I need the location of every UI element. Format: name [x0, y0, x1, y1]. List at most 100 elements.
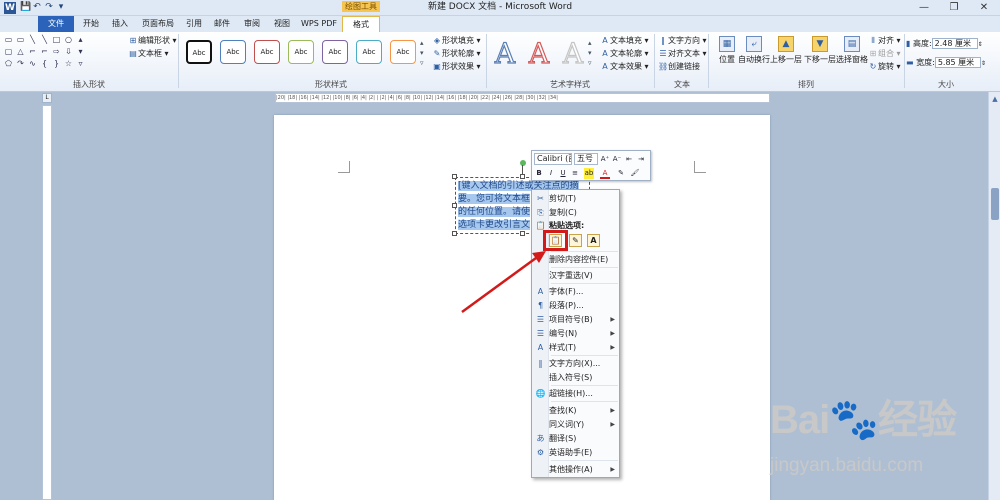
text-fill-button[interactable]: A 文本填充 ▾	[600, 35, 648, 46]
menu-item-text-direction[interactable]: ‖ 文字方向(X)...	[532, 357, 619, 370]
edit-shape-button[interactable]: ⊞ 编辑形状 ▾	[128, 35, 177, 46]
shape-effects-button[interactable]: ▣形状效果 ▾	[432, 61, 480, 72]
menu-item-bullets[interactable]: ☰ 项目符号(B) ▶	[532, 313, 619, 326]
shape-style-preset[interactable]: Abc	[288, 40, 314, 64]
tab-mailings[interactable]: 邮件	[210, 16, 234, 32]
rectangle-icon[interactable]: ▭	[16, 35, 25, 44]
menu-item-translate[interactable]: あ翻译(S)	[532, 432, 619, 445]
minimize-button[interactable]: —	[910, 0, 938, 16]
menu-item-reconvert[interactable]: 汉字重选(V)	[532, 269, 619, 282]
styles-icon[interactable]: ✎	[616, 168, 626, 179]
height-input[interactable]: 2.48 厘米	[931, 38, 978, 49]
grow-font-icon[interactable]: A⁺	[600, 154, 610, 165]
tab-stop-selector[interactable]: L	[42, 93, 52, 103]
italic-icon[interactable]: I	[546, 168, 556, 179]
paste-merge-formatting-icon[interactable]: ✎	[569, 234, 582, 247]
rotation-handle[interactable]	[520, 160, 526, 166]
menu-item-more-actions[interactable]: 其他操作(A) ▶	[532, 463, 619, 476]
line-icon[interactable]: ╲	[40, 35, 49, 44]
tab-references[interactable]: 引用	[182, 16, 206, 32]
horizontal-ruler[interactable]: |20| |18| |16| |14| |12| |10| |8| |6| |4…	[275, 93, 770, 103]
paste-text-only-icon[interactable]: A	[587, 234, 600, 247]
resize-handle[interactable]	[520, 174, 525, 179]
width-field[interactable]: ▬ 宽度: 5.85 厘米 ⇕	[906, 57, 986, 69]
height-field[interactable]: ▮ 高度: 2.48 厘米 ⇕	[906, 38, 983, 50]
shape-outline-button[interactable]: ✎ 形状轮廓 ▾	[432, 48, 481, 59]
highlight-icon[interactable]: ab	[584, 168, 594, 179]
width-input[interactable]: 5.85 厘米	[934, 57, 981, 68]
scroll-up-arrow-icon[interactable]: ▲	[989, 94, 1000, 104]
more-icon[interactable]: ▿	[76, 59, 85, 68]
send-backward-button[interactable]: ▼ 下移一层	[802, 34, 838, 78]
resize-handle[interactable]	[452, 203, 457, 208]
menu-item-styles[interactable]: A 样式(T) ▶	[532, 341, 619, 354]
menu-item-english-assistant[interactable]: ⚙ 英语助手(E)	[532, 446, 619, 459]
menu-item-copy[interactable]: ⎘ 复制(C)	[532, 206, 619, 219]
brace-icon[interactable]: }	[52, 59, 61, 68]
arrow-right-icon[interactable]: ⇨	[52, 47, 61, 56]
text-box-button[interactable]: ▤文本框 ▾	[128, 48, 168, 59]
connector-icon[interactable]: ⌐	[28, 47, 37, 56]
shape-style-preset[interactable]: Abc	[356, 40, 382, 64]
rectangle-icon[interactable]: ▭	[4, 35, 13, 44]
curve-icon[interactable]: ↷	[16, 59, 25, 68]
menu-item-cut[interactable]: ✂ 剪切(T)	[532, 192, 619, 205]
shape-fill-button[interactable]: ◈ 形状填充 ▾	[432, 35, 481, 46]
arrow-down-icon[interactable]: ⇩	[64, 47, 73, 56]
font-size-box[interactable]: 五号	[574, 153, 598, 165]
decrease-indent-icon[interactable]: ⇤	[624, 154, 634, 165]
tab-insert[interactable]: 插入	[106, 16, 134, 32]
tab-home[interactable]: 开始	[78, 16, 104, 32]
center-align-icon[interactable]: ≡	[570, 168, 580, 179]
line-icon[interactable]: ╲	[28, 35, 37, 44]
oval-icon[interactable]: ○	[64, 35, 73, 44]
rectangle-icon[interactable]: □	[52, 35, 61, 44]
brace-icon[interactable]: {	[40, 59, 49, 68]
triangle-icon[interactable]: △	[16, 47, 25, 56]
shape-style-preset[interactable]: Abc	[220, 40, 246, 64]
tab-view[interactable]: 视图	[268, 16, 296, 32]
text-direction-button[interactable]: ‖ 文字方向 ▾	[658, 35, 707, 46]
scrollbar-thumb[interactable]	[991, 188, 999, 220]
rectangle-icon[interactable]: ▢	[4, 47, 13, 56]
menu-item-hyperlink[interactable]: 🌐 超链接(H)...	[532, 387, 619, 400]
close-button[interactable]: ✕	[970, 0, 998, 16]
maximize-button[interactable]: ❐	[940, 0, 968, 16]
wordart-style-preset[interactable]: A	[490, 36, 520, 72]
resize-handle[interactable]	[452, 231, 457, 236]
shape-style-preset[interactable]: Abc	[186, 40, 212, 64]
resize-handle[interactable]	[452, 174, 457, 179]
wordart-style-preset[interactable]: A	[524, 36, 554, 72]
shape-style-preset[interactable]: Abc	[390, 40, 416, 64]
underline-icon[interactable]: U	[558, 168, 568, 179]
freeform-icon[interactable]: ∿	[28, 59, 37, 68]
align-button[interactable]: ⫴ 对齐 ▾	[868, 35, 900, 46]
style-gallery-scroll[interactable]: ▴ ▾ ▿	[420, 38, 428, 68]
shape-style-preset[interactable]: Abc	[322, 40, 348, 64]
shape-style-preset[interactable]: Abc	[254, 40, 280, 64]
spinner-icon[interactable]: ⇕	[981, 60, 986, 67]
menu-item-numbering[interactable]: ☰ 编号(N) ▶	[532, 327, 619, 340]
menu-item-synonyms[interactable]: 同义词(Y) ▶	[532, 418, 619, 431]
tab-page-layout[interactable]: 页面布局	[138, 16, 178, 32]
menu-item-remove-content-control[interactable]: 删除内容控件(E)	[532, 253, 619, 266]
bold-icon[interactable]: B	[534, 168, 544, 179]
resize-handle[interactable]	[520, 231, 525, 236]
rotate-button[interactable]: ↻ 旋转 ▾	[868, 61, 901, 72]
tab-format[interactable]: 格式	[342, 16, 380, 32]
wordart-gallery-scroll[interactable]: ▴ ▾ ▿	[588, 38, 596, 68]
format-painter-icon[interactable]: 🖌	[630, 168, 640, 179]
bring-forward-button[interactable]: ▲ 上移一层	[768, 34, 804, 78]
text-outline-button[interactable]: A 文本轮廓 ▾	[600, 48, 648, 59]
tab-wps-pdf[interactable]: WPS PDF	[298, 16, 340, 32]
menu-item-find[interactable]: 查找(K) ▶	[532, 404, 619, 417]
menu-item-font[interactable]: A 字体(F)...	[532, 285, 619, 298]
connector-icon[interactable]: ⌐	[40, 47, 49, 56]
wrap-text-button[interactable]: ⤶ 自动换行	[736, 34, 772, 78]
tab-review[interactable]: 审阅	[238, 16, 266, 32]
pentagon-icon[interactable]: ⬠	[4, 59, 13, 68]
scroll-down-icon[interactable]: ▾	[76, 47, 85, 56]
shrink-font-icon[interactable]: A⁻	[612, 154, 622, 165]
create-link-button[interactable]: ⛓创建链接	[658, 61, 700, 72]
menu-item-insert-symbol[interactable]: 插入符号(S)	[532, 371, 619, 384]
